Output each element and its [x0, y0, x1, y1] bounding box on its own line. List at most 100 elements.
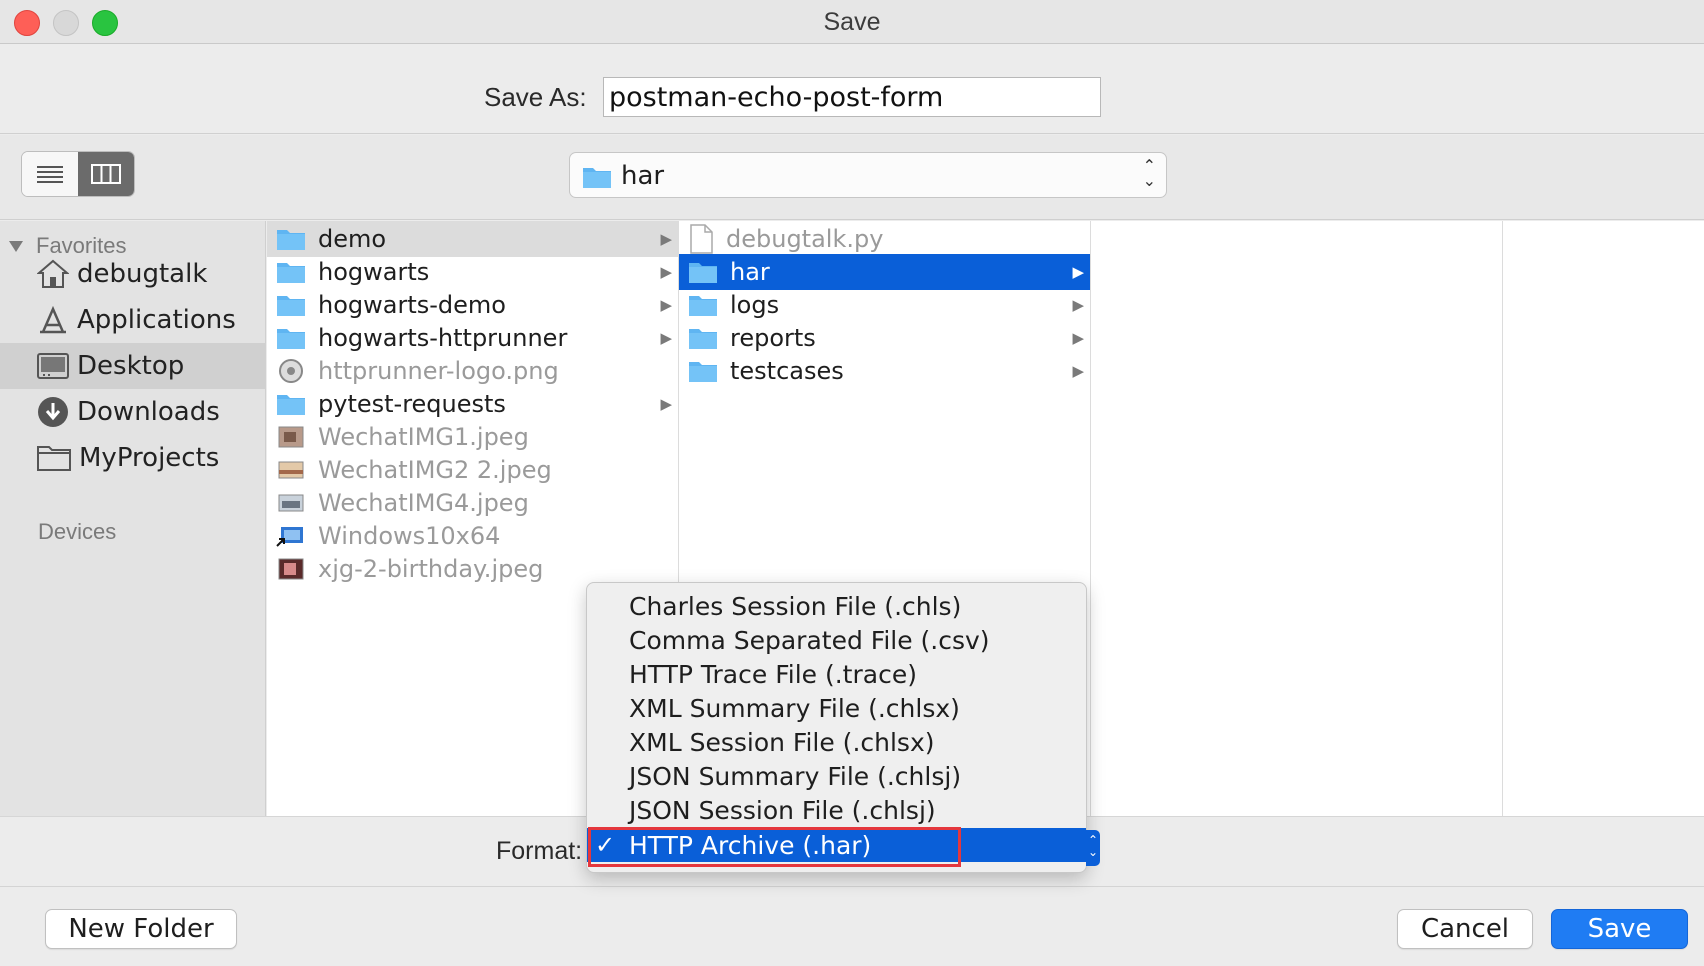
- folder-icon: [277, 329, 305, 349]
- list-item[interactable]: debugtalk.py: [679, 221, 1090, 257]
- location-popup[interactable]: har ⌃ ⌄: [569, 152, 1167, 198]
- sidebar-item-desktop[interactable]: Desktop: [0, 343, 266, 389]
- list-item[interactable]: har ▶: [679, 254, 1090, 290]
- menu-item-json-session[interactable]: JSON Session File (.chlsj): [587, 793, 1086, 827]
- devices-header[interactable]: Devices: [38, 519, 116, 545]
- applications-icon: [40, 305, 66, 334]
- folder-icon: [689, 362, 717, 382]
- save-as-label: Save As:: [484, 82, 587, 112]
- item-label: Windows10x64: [318, 522, 501, 550]
- item-label: WechatIMG2 2.jpeg: [318, 456, 552, 484]
- home-icon: [37, 259, 69, 288]
- column-view-button[interactable]: [78, 152, 134, 196]
- button-bar: New Folder Cancel Save: [0, 886, 1704, 966]
- desktop-icon: [37, 353, 69, 379]
- item-label: logs: [730, 291, 780, 319]
- item-label: testcases: [730, 357, 844, 385]
- disclosure-arrow-icon: ▶: [660, 296, 672, 314]
- save-as-field[interactable]: [603, 77, 1101, 117]
- folder-icon: [277, 395, 305, 415]
- list-item[interactable]: demo ▶: [267, 221, 678, 257]
- item-label: reports: [730, 324, 816, 352]
- list-view-icon: [37, 166, 63, 183]
- save-button[interactable]: Save: [1551, 909, 1688, 949]
- list-item[interactable]: httprunner-logo.png: [267, 353, 678, 389]
- sidebar-item-applications[interactable]: Applications: [0, 297, 266, 343]
- folder-icon: [277, 296, 305, 316]
- list-item[interactable]: hogwarts-demo ▶: [267, 287, 678, 323]
- image-file-icon: [279, 359, 303, 383]
- annotation-highlight-box: [588, 827, 961, 867]
- column-view-icon: [91, 164, 121, 184]
- disclosure-arrow-icon: ▶: [660, 329, 672, 347]
- sidebar-item-label: Desktop: [77, 351, 185, 381]
- title-bar: Save: [0, 0, 1704, 44]
- sidebar-item-myprojects[interactable]: MyProjects: [0, 435, 266, 481]
- disclosure-arrow-icon: ▶: [660, 230, 672, 248]
- list-item[interactable]: WechatIMG4.jpeg: [267, 485, 678, 521]
- list-item[interactable]: hogwarts ▶: [267, 254, 678, 290]
- folder-icon: [583, 168, 611, 188]
- cancel-button[interactable]: Cancel: [1397, 909, 1533, 949]
- list-view-button[interactable]: [22, 152, 78, 196]
- item-label: httprunner-logo.png: [318, 357, 559, 385]
- window-title: Save: [823, 8, 881, 36]
- alias-file-icon: [276, 527, 303, 547]
- disclosure-arrow-icon: ▶: [1072, 362, 1084, 380]
- browser-column: [1503, 221, 1704, 816]
- list-item[interactable]: reports ▶: [679, 320, 1090, 356]
- up-down-chevron-icon: ⌃ ⌄: [1088, 833, 1099, 859]
- sidebar-item-label: debugtalk: [77, 259, 208, 289]
- sidebar-item-label: Downloads: [77, 397, 220, 427]
- folder-icon: [689, 329, 717, 349]
- disclosure-arrow-icon: ▶: [1072, 263, 1084, 281]
- list-item[interactable]: WechatIMG2 2.jpeg: [267, 452, 678, 488]
- folder-icon: [277, 230, 305, 250]
- item-label: har: [730, 258, 770, 286]
- menu-item-json-summary[interactable]: JSON Summary File (.chlsj): [587, 759, 1086, 793]
- save-as-bar: Save As:: [0, 44, 1704, 134]
- item-label: WechatIMG4.jpeg: [318, 489, 529, 517]
- list-item[interactable]: WechatIMG1.jpeg: [267, 419, 678, 455]
- list-item[interactable]: logs ▶: [679, 287, 1090, 323]
- image-file-icon: [278, 461, 304, 479]
- disclosure-arrow-icon: ▶: [660, 395, 672, 413]
- format-label: Format:: [496, 837, 583, 865]
- image-file-icon: [278, 494, 304, 512]
- menu-item-xml-session[interactable]: XML Session File (.chlsx): [587, 725, 1086, 759]
- menu-item-xml-summary[interactable]: XML Summary File (.chlsx): [587, 691, 1086, 725]
- format-popup-arrow[interactable]: ⌃ ⌄: [1086, 830, 1100, 866]
- folder-icon: [37, 446, 71, 471]
- item-label: xjg-2-birthday.jpeg: [318, 555, 544, 583]
- item-label: WechatIMG1.jpeg: [318, 423, 529, 451]
- menu-item-trace[interactable]: HTTP Trace File (.trace): [587, 657, 1086, 691]
- disclosure-arrow-icon: ▶: [1072, 329, 1084, 347]
- document-icon: [690, 224, 713, 254]
- disclosure-arrow-icon: ▶: [1072, 296, 1084, 314]
- sidebar-item-downloads[interactable]: Downloads: [0, 389, 266, 435]
- folder-icon: [689, 296, 717, 316]
- item-label: demo: [318, 225, 387, 253]
- folder-icon: [277, 263, 305, 283]
- location-label: har: [621, 161, 665, 191]
- sidebar: Favorites debugtalk Applications Desktop…: [0, 221, 266, 816]
- menu-item-chls[interactable]: Charles Session File (.chls): [587, 589, 1086, 623]
- image-file-icon: [278, 426, 304, 448]
- folder-icon: [689, 263, 717, 283]
- item-label: pytest-requests: [318, 390, 506, 418]
- list-item[interactable]: hogwarts-httprunner ▶: [267, 320, 678, 356]
- item-label: hogwarts-demo: [318, 291, 506, 319]
- sidebar-item-label: MyProjects: [79, 443, 220, 473]
- sidebar-item-debugtalk[interactable]: debugtalk: [0, 251, 266, 297]
- item-label: debugtalk.py: [726, 225, 884, 253]
- toolbar: har ⌃ ⌄: [0, 135, 1704, 220]
- disclosure-arrow-icon: ▶: [660, 263, 672, 281]
- new-folder-button[interactable]: New Folder: [45, 909, 237, 949]
- image-file-icon: [278, 558, 304, 580]
- menu-item-csv[interactable]: Comma Separated File (.csv): [587, 623, 1086, 657]
- up-down-chevron-icon: ⌃ ⌄: [1142, 158, 1156, 190]
- list-item[interactable]: pytest-requests ▶: [267, 386, 678, 422]
- view-mode-segmented-control: [21, 151, 135, 197]
- list-item[interactable]: Windows10x64: [267, 518, 678, 554]
- list-item[interactable]: testcases ▶: [679, 353, 1090, 389]
